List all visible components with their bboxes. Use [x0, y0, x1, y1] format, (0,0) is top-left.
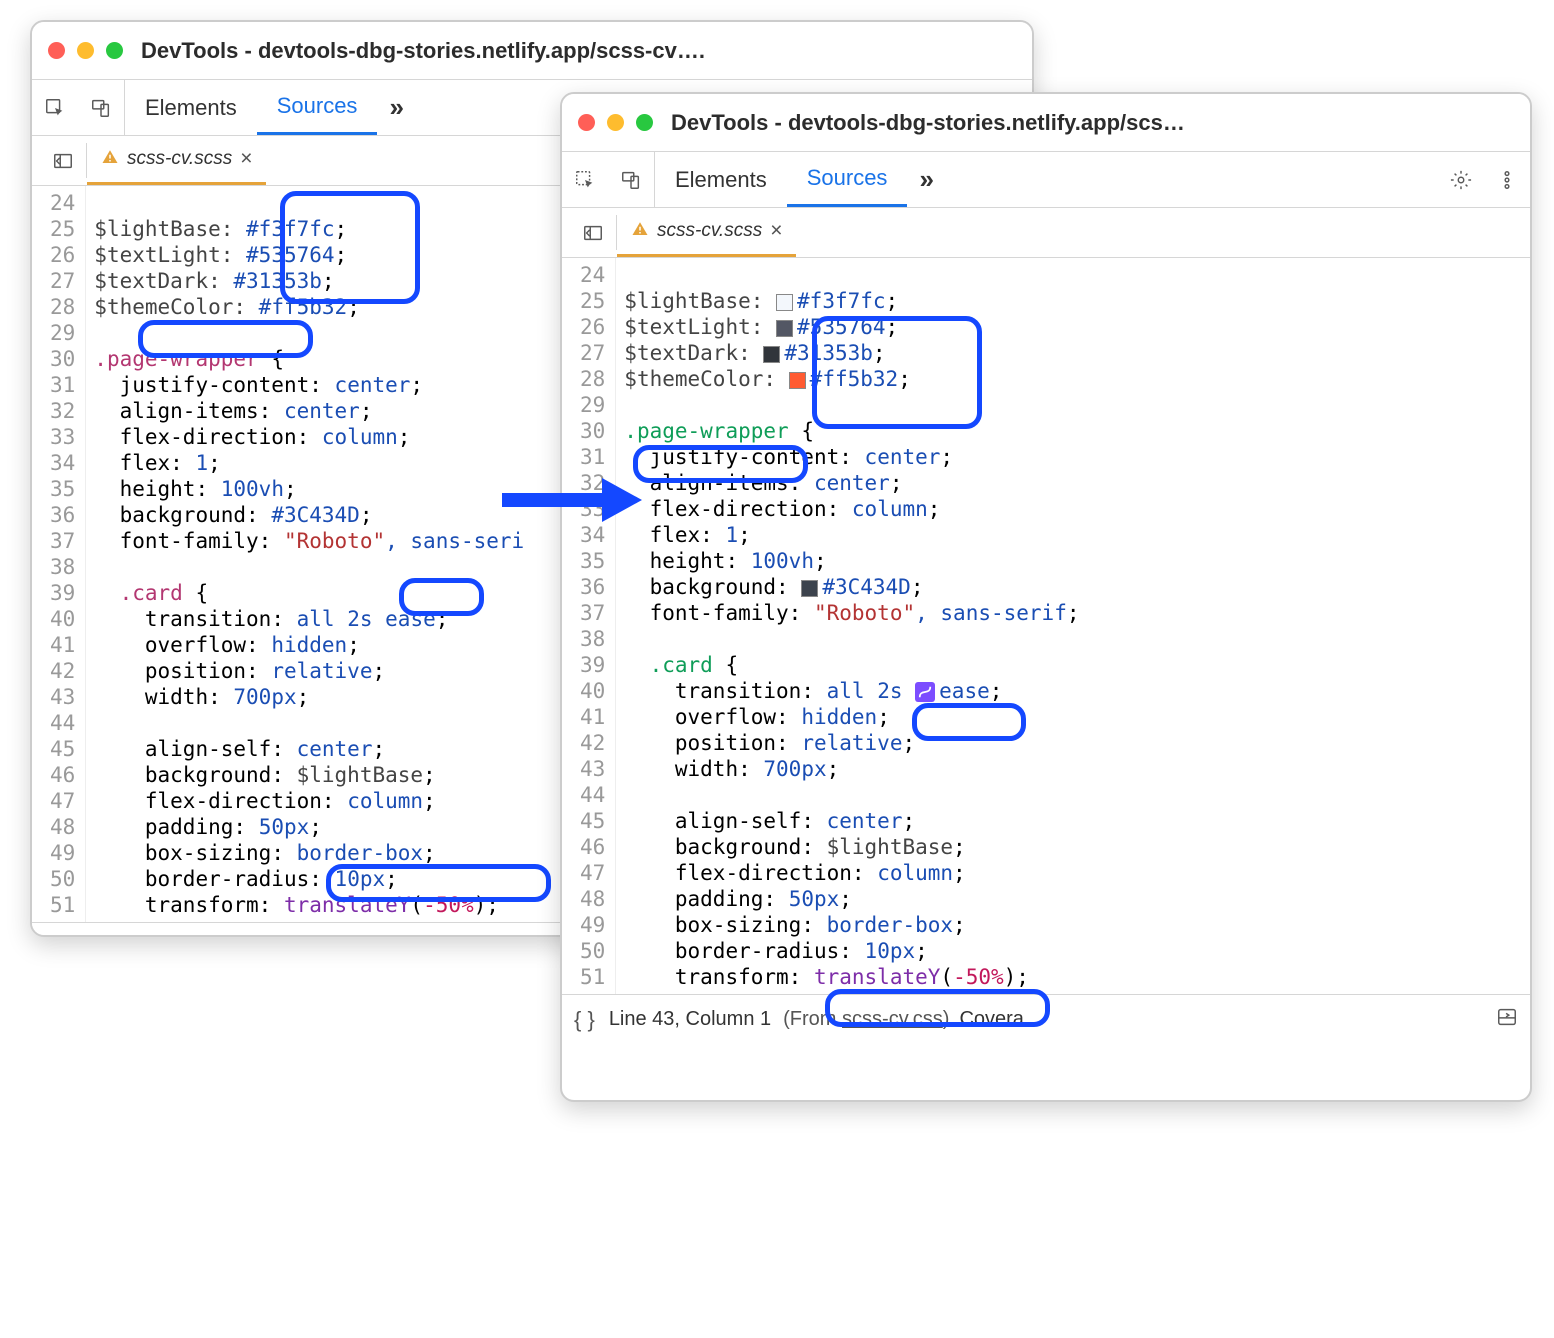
warning-icon — [101, 148, 119, 171]
warning-icon — [631, 220, 649, 243]
sourcemap-label: (From scss-cv.css) — [270, 936, 436, 937]
format-code-icon[interactable]: { } — [44, 935, 65, 938]
window-title: DevTools - devtools-dbg-stories.netlify.… — [141, 38, 705, 64]
navigator-toggle-icon[interactable] — [570, 222, 616, 244]
code-editor[interactable]: 2425262728293031323334353637383940414243… — [562, 258, 1530, 994]
minimize-window-button[interactable] — [77, 42, 94, 59]
sourcemap-link[interactable]: scss-cv.css — [329, 936, 430, 937]
sourcemap-link[interactable]: scss-cv.css — [842, 1008, 943, 1030]
color-swatch[interactable] — [776, 320, 793, 337]
file-tab[interactable]: scss-cv.scss × — [617, 208, 796, 257]
cursor-position: Line 50, Column 33 — [79, 936, 252, 937]
window-title: DevTools - devtools-dbg-stories.netlify.… — [671, 110, 1185, 136]
close-window-button[interactable] — [48, 42, 65, 59]
close-window-button[interactable] — [578, 114, 595, 131]
show-console-icon[interactable] — [1496, 1006, 1518, 1034]
close-tab-icon[interactable]: × — [770, 219, 782, 243]
file-name: scss-cv.scss — [127, 148, 232, 170]
panel-tabbar: Elements Sources » — [562, 152, 1530, 208]
format-code-icon[interactable]: { } — [574, 1007, 595, 1033]
source-content: $lightBase: #f3f7fc; $textLight: #535764… — [86, 186, 524, 922]
traffic-lights — [578, 114, 653, 131]
file-name: scss-cv.scss — [657, 220, 762, 242]
inspect-element-icon[interactable] — [562, 152, 608, 207]
bezier-editor-icon[interactable] — [915, 682, 935, 702]
inspect-element-icon[interactable] — [32, 80, 78, 135]
file-tabbar: scss-cv.scss × — [562, 208, 1530, 258]
line-gutter: 2425262728293031323334353637383940414243… — [562, 258, 616, 994]
window-titlebar: DevTools - devtools-dbg-stories.netlify.… — [32, 22, 1032, 80]
cursor-position: Line 43, Column 1 — [609, 1008, 771, 1031]
status-bar: { } Line 43, Column 1 (From scss-cv.css)… — [562, 994, 1530, 1044]
devtools-window-after: DevTools - devtools-dbg-stories.netlify.… — [560, 92, 1532, 1102]
color-swatch[interactable] — [789, 372, 806, 389]
sourcemap-label: (From scss-cv.css) — [783, 1008, 949, 1031]
file-tab[interactable]: scss-cv.scss × — [87, 136, 266, 185]
traffic-lights — [48, 42, 123, 59]
coverage-label: Covera — [959, 1008, 1023, 1031]
maximize-window-button[interactable] — [106, 42, 123, 59]
tab-sources[interactable]: Sources — [787, 152, 908, 207]
tab-elements[interactable]: Elements — [655, 152, 787, 207]
settings-icon[interactable] — [1438, 152, 1484, 207]
device-toggle-icon[interactable] — [78, 80, 124, 135]
minimize-window-button[interactable] — [607, 114, 624, 131]
color-swatch[interactable] — [763, 346, 780, 363]
tab-elements[interactable]: Elements — [125, 80, 257, 135]
navigator-toggle-icon[interactable] — [40, 150, 86, 172]
tab-overflow-icon[interactable]: » — [907, 152, 945, 207]
window-titlebar: DevTools - devtools-dbg-stories.netlify.… — [562, 94, 1530, 152]
color-swatch[interactable] — [801, 580, 818, 597]
maximize-window-button[interactable] — [636, 114, 653, 131]
tab-sources[interactable]: Sources — [257, 80, 378, 135]
close-tab-icon[interactable]: × — [240, 147, 252, 171]
device-toggle-icon[interactable] — [608, 152, 654, 207]
tab-overflow-icon[interactable]: » — [377, 80, 415, 135]
source-content: $lightBase: #f3f7fc; $textLight: #535764… — [616, 258, 1079, 994]
line-gutter: 2425262728293031323334353637383940414243… — [32, 186, 86, 922]
kebab-menu-icon[interactable] — [1484, 152, 1530, 207]
coverage-label: Cove — [451, 936, 498, 937]
color-swatch[interactable] — [776, 294, 793, 311]
